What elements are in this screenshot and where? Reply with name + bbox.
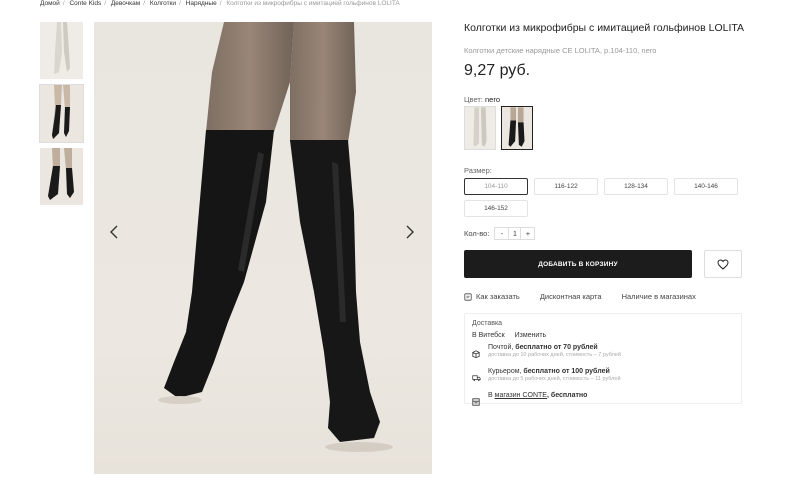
change-city-link[interactable]: Изменить <box>515 332 547 339</box>
delivery-courier-note: доставка до 5 рабочих дней, стоимость – … <box>488 376 621 382</box>
quantity-label: Кол-во: <box>464 229 490 238</box>
product-title: Колготки из микрофибры с имитацией гольф… <box>464 22 745 34</box>
quantity-decrease-button[interactable]: - <box>495 228 508 239</box>
size-option-104-110[interactable]: 104-110 <box>464 178 528 195</box>
size-option-146-152[interactable]: 146-152 <box>464 200 528 217</box>
color-selected-value: nero <box>484 95 500 104</box>
swatch-image <box>502 107 532 149</box>
delivery-store: В магазин CONTE, бесплатно <box>472 392 734 411</box>
quantity-row: Кол-во: - 1 + <box>464 227 536 240</box>
color-label: Цвет: <box>464 95 483 104</box>
chevron-right-icon <box>406 225 414 239</box>
delivery-city-row: В Витебск Изменить <box>472 332 734 339</box>
delivery-city: В Витебск <box>472 332 505 339</box>
quantity-increase-button[interactable]: + <box>521 228 534 239</box>
delivery-post-note: доставка до 10 рабочих дней, стоимость –… <box>488 352 621 358</box>
product-price: 9,27 руб. <box>464 62 531 79</box>
discount-card-label: Дисконтная карта <box>539 292 602 301</box>
how-to-order-label: Как заказать <box>476 292 520 301</box>
product-image <box>94 22 432 474</box>
next-image-button[interactable] <box>402 222 418 242</box>
how-to-order-link[interactable]: Как заказать <box>464 292 520 301</box>
thumbnail-image <box>40 148 83 205</box>
delivery-panel: Доставка В Витебск Изменить Почтой, бесп… <box>464 313 742 406</box>
thumbnail-list <box>39 22 84 211</box>
delivery-courier-text: Курьером, бесплатно от 100 рублей <box>488 368 610 375</box>
truck-icon <box>472 375 481 381</box>
info-icon <box>464 292 472 301</box>
previous-image-button[interactable] <box>106 222 122 242</box>
store-icon <box>472 398 480 406</box>
thumbnail-image <box>40 85 83 142</box>
color-label-row: Цвет: nero <box>464 95 500 104</box>
breadcrumb-home[interactable]: Домой <box>40 0 60 7</box>
thumbnail-3[interactable] <box>40 148 83 205</box>
breadcrumb-festive[interactable]: Нарядные <box>186 0 217 7</box>
delivery-store-text: В магазин CONTE, бесплатно <box>488 392 588 399</box>
heart-icon <box>717 258 729 270</box>
store-link[interactable]: магазин CONTE <box>495 392 547 399</box>
color-swatches <box>464 106 533 150</box>
size-label: Размер: <box>464 166 492 175</box>
box-icon <box>472 350 480 359</box>
product-photo <box>94 22 432 474</box>
add-to-cart-button[interactable]: ДОБАВИТЬ В КОРЗИНУ <box>464 250 692 278</box>
size-options: 104-110 116-122 128-134 140-146 146-152 <box>464 178 742 217</box>
product-subtitle: Колготки детские нарядные CE LOLITA, р.1… <box>464 46 657 55</box>
breadcrumb-girls[interactable]: Девочкам <box>111 0 140 7</box>
swatch-image <box>465 107 495 149</box>
in-stores-link[interactable]: Наличие в магазинах <box>622 292 696 301</box>
thumbnail-2[interactable] <box>39 84 84 143</box>
thumbnail-1[interactable] <box>40 22 83 79</box>
delivery-post-text: Почтой, бесплатно от 70 рублей <box>488 344 598 351</box>
breadcrumb-current: Колготки из микрофибры с имитацией гольф… <box>226 0 400 7</box>
breadcrumb-conte-kids[interactable]: Conte Kids <box>69 0 101 7</box>
color-swatch-nero[interactable] <box>501 106 533 150</box>
breadcrumb-tights[interactable]: Колготки <box>150 0 176 7</box>
favorite-button[interactable] <box>704 250 742 278</box>
delivery-post: Почтой, бесплатно от 70 рублей доставка … <box>472 344 734 363</box>
thumbnail-image <box>40 22 83 79</box>
in-stores-label: Наличие в магазинах <box>621 292 696 301</box>
color-swatch-light[interactable] <box>464 106 496 150</box>
size-option-128-134[interactable]: 128-134 <box>604 178 668 195</box>
quantity-stepper: - 1 + <box>494 227 536 240</box>
discount-card-link[interactable]: Дисконтная карта <box>540 292 602 301</box>
size-option-116-122[interactable]: 116-122 <box>534 178 598 195</box>
chevron-left-icon <box>110 225 118 239</box>
size-option-140-146[interactable]: 140-146 <box>674 178 738 195</box>
info-links: Как заказать Дисконтная карта Наличие в … <box>464 292 716 301</box>
delivery-courier: Курьером, бесплатно от 100 рублей достав… <box>472 368 734 387</box>
delivery-title: Доставка <box>472 320 503 327</box>
breadcrumb: Домой / Conte Kids / Девочкам / Колготки / Н… <box>40 0 400 7</box>
quantity-value[interactable]: 1 <box>508 228 522 239</box>
